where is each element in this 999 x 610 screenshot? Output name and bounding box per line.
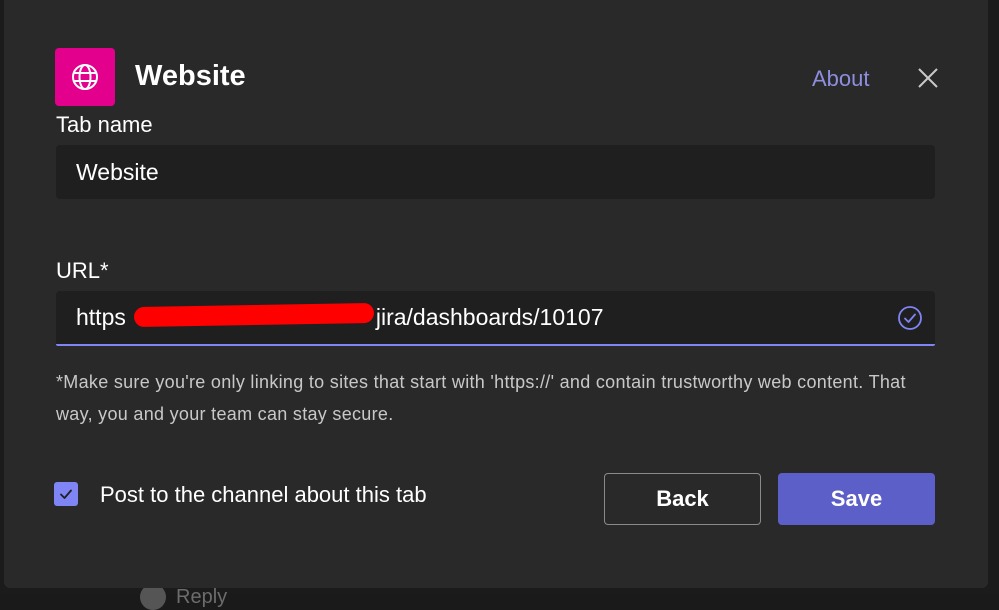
url-value-prefix: https: [76, 304, 126, 330]
dialog-title: Website: [135, 60, 246, 92]
globe-icon: [72, 64, 98, 90]
app-icon-tile: [55, 48, 115, 106]
back-button[interactable]: Back: [604, 473, 761, 525]
tab-name-label: Tab name: [56, 112, 153, 137]
background-reply-label: Reply: [176, 585, 228, 608]
url-value: https jira/dashboards/10107: [76, 302, 604, 331]
website-tab-dialog: Website About Tab name Website URL* http…: [4, 0, 988, 588]
about-link[interactable]: About: [812, 66, 870, 92]
tab-name-value: Website: [76, 158, 159, 185]
url-label: URL*: [56, 258, 109, 283]
close-button[interactable]: [914, 64, 942, 92]
url-value-suffix: jira/dashboards/10107: [375, 304, 604, 330]
checkmark-icon: [60, 489, 72, 499]
check-circle-icon: [898, 306, 922, 330]
tab-name-input[interactable]: Website: [56, 145, 935, 199]
url-input[interactable]: https jira/dashboards/10107: [56, 291, 935, 346]
save-button[interactable]: Save: [778, 473, 935, 525]
helper-text: *Make sure you're only linking to sites …: [56, 372, 906, 424]
post-to-channel-label[interactable]: Post to the channel about this tab: [100, 482, 427, 508]
close-icon: [918, 68, 938, 88]
redaction-mark: [133, 302, 375, 328]
post-to-channel-checkbox[interactable]: [54, 482, 78, 506]
